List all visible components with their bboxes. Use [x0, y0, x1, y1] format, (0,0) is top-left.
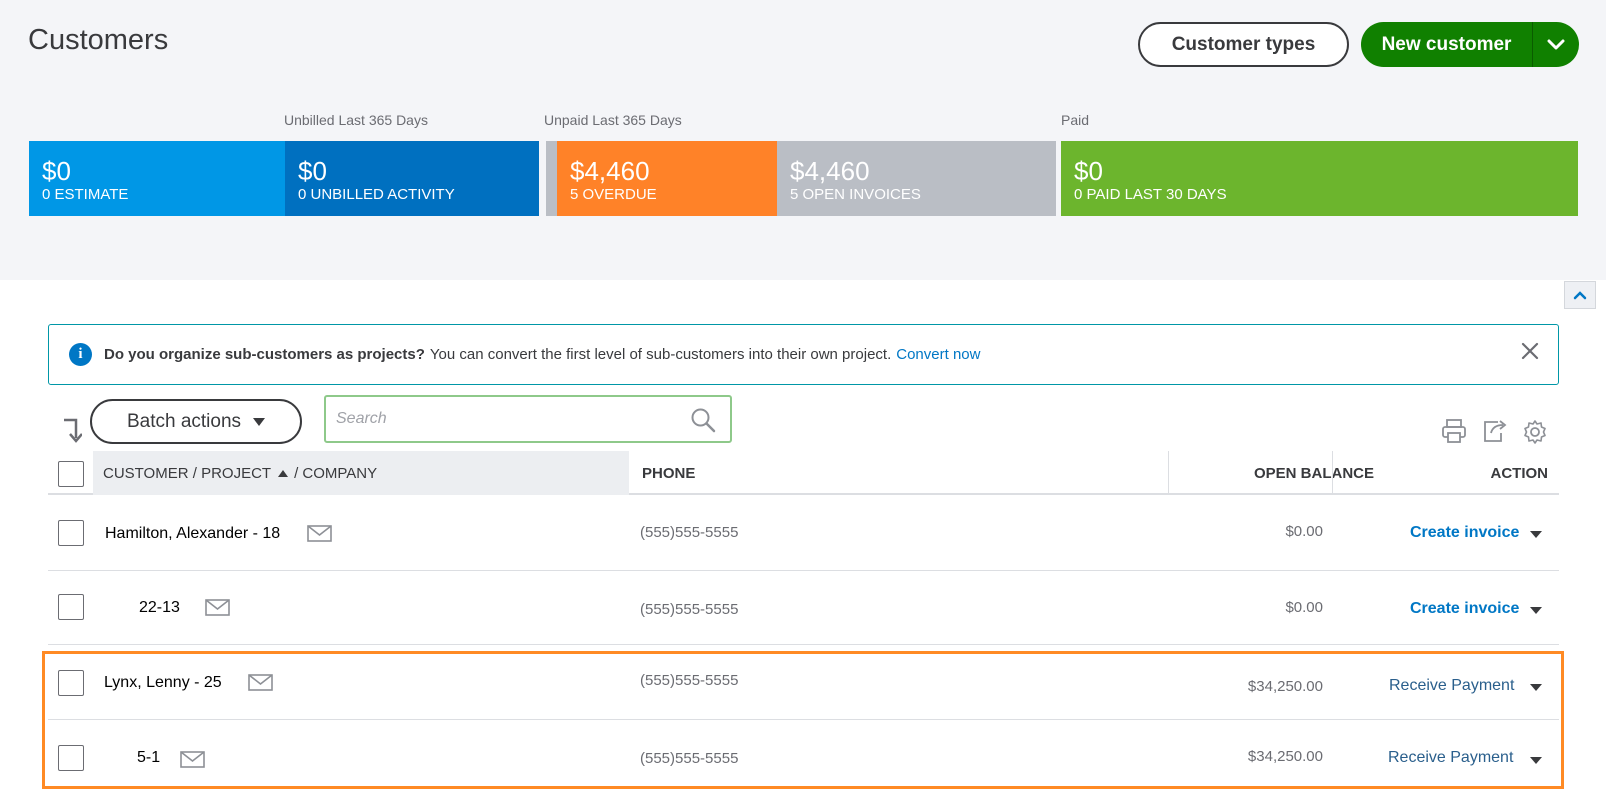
caret-down-icon: [253, 417, 266, 426]
page-title: Customers: [28, 24, 169, 56]
open-balance: $0.00: [1285, 523, 1323, 540]
banner-question: Do you organize sub-customers as project…: [104, 346, 425, 363]
create-invoice-link[interactable]: Create invoice: [1410, 600, 1519, 618]
table-row: 5-1 (555)555-5555 $34,250.00 Receive Pay…: [48, 721, 1559, 795]
new-customer-split-button: New customer: [1361, 22, 1579, 67]
segment-amount: $0: [1074, 156, 1103, 186]
segment-caption: 5 OVERDUE: [570, 186, 657, 203]
projects-banner: i Do you organize sub-customers as proje…: [48, 324, 1559, 385]
info-icon: i: [69, 343, 92, 366]
new-customer-button[interactable]: New customer: [1361, 22, 1533, 67]
paid-segment[interactable]: $0 0 PAID LAST 30 DAYS: [1061, 141, 1578, 216]
mail-icon[interactable]: [248, 674, 273, 696]
row-checkbox[interactable]: [58, 745, 84, 771]
table-row: 22-13 (555)555-5555 $0.00 Create invoice: [48, 571, 1559, 645]
sub-customer-name[interactable]: 5-1: [137, 721, 160, 795]
segment-caption: 0 PAID LAST 30 DAYS: [1074, 186, 1227, 203]
segment-amount: $4,460: [570, 156, 650, 186]
column-company-label: / COMPANY: [294, 464, 378, 482]
column-open-balance[interactable]: OPEN BALANCE: [1152, 451, 1374, 495]
row-checkbox[interactable]: [58, 670, 84, 696]
search-icon[interactable]: [690, 407, 716, 438]
open-balance: $34,250.00: [1247, 748, 1323, 765]
row-action-dropdown[interactable]: [1530, 531, 1542, 538]
unbilled-label: Unbilled Last 365 Days: [284, 112, 428, 128]
row-action-dropdown[interactable]: [1530, 684, 1542, 691]
sub-customer-name[interactable]: 22-13: [139, 571, 180, 645]
mail-icon[interactable]: [307, 525, 332, 547]
phone-number: (555)555-5555: [640, 750, 739, 767]
sort-icon[interactable]: [60, 416, 83, 449]
open-invoices-segment[interactable]: $4,460 5 OPEN INVOICES: [777, 141, 1056, 216]
close-icon[interactable]: [1520, 341, 1540, 365]
row-action-dropdown[interactable]: [1530, 757, 1542, 764]
column-phone[interactable]: PHONE: [642, 451, 695, 495]
select-all-checkbox[interactable]: [58, 461, 84, 487]
convert-now-link[interactable]: Convert now: [896, 346, 980, 363]
overdue-segment[interactable]: $4,460 5 OVERDUE: [557, 141, 777, 216]
create-invoice-link[interactable]: Create invoice: [1410, 524, 1519, 542]
segment-amount: $4,460: [790, 156, 870, 186]
phone-number: (555)555-5555: [640, 524, 739, 541]
segment-caption: 0 ESTIMATE: [42, 186, 129, 203]
batch-actions-button[interactable]: Batch actions: [90, 399, 302, 444]
receive-payment-link[interactable]: Receive Payment: [1389, 677, 1514, 695]
customer-name[interactable]: Lynx, Lenny - 25: [104, 646, 222, 720]
export-icon[interactable]: [1481, 419, 1509, 448]
segment-amount: $0: [42, 156, 71, 186]
estimate-segment[interactable]: $0 0 ESTIMATE: [29, 141, 285, 216]
segment-caption: 0 UNBILLED ACTIVITY: [298, 186, 455, 203]
unpaid-label: Unpaid Last 365 Days: [544, 112, 682, 128]
mail-icon[interactable]: [180, 751, 205, 773]
open-balance: $0.00: [1285, 599, 1323, 616]
open-balance: $34,250.00: [1247, 678, 1323, 695]
search-field: [324, 395, 732, 443]
column-action: ACTION: [1490, 464, 1549, 482]
row-checkbox[interactable]: [58, 594, 84, 620]
table-row: Lynx, Lenny - 25 (555)555-5555 $34,250.0…: [48, 646, 1559, 720]
print-icon[interactable]: [1441, 419, 1467, 448]
mail-icon[interactable]: [205, 599, 230, 621]
collapse-summary-button[interactable]: [1564, 281, 1596, 309]
gear-icon[interactable]: [1522, 419, 1548, 450]
table-row: Hamilton, Alexander - 18 (555)555-5555 $…: [48, 497, 1559, 571]
banner-text: You can convert the first level of sub-c…: [429, 346, 892, 363]
phone-number: (555)555-5555: [640, 601, 739, 618]
customer-name[interactable]: Hamilton, Alexander - 18: [105, 497, 280, 571]
unbilled-activity-segment[interactable]: $0 0 UNBILLED ACTIVITY: [285, 141, 539, 216]
row-checkbox[interactable]: [58, 520, 84, 546]
chevron-up-icon: [1573, 291, 1587, 300]
column-divider: [1332, 451, 1333, 495]
table-header: CUSTOMER / PROJECT / COMPANY PHONE OPEN …: [48, 451, 1559, 495]
batch-actions-label: Batch actions: [126, 410, 242, 432]
row-action-dropdown[interactable]: [1530, 607, 1542, 614]
phone-number: (555)555-5555: [640, 672, 739, 689]
new-customer-dropdown[interactable]: [1533, 22, 1579, 67]
chevron-down-icon: [1547, 39, 1565, 49]
receive-payment-link[interactable]: Receive Payment: [1388, 749, 1513, 767]
sort-ascending-icon: [278, 469, 289, 477]
search-input[interactable]: [336, 405, 676, 433]
column-customer-label: CUSTOMER / PROJECT: [103, 464, 272, 482]
segment-amount: $0: [298, 156, 327, 186]
customer-types-button[interactable]: Customer types: [1138, 22, 1349, 67]
paid-label: Paid: [1061, 112, 1090, 128]
segment-caption: 5 OPEN INVOICES: [790, 186, 921, 203]
column-customer[interactable]: CUSTOMER / PROJECT / COMPANY: [93, 451, 629, 495]
